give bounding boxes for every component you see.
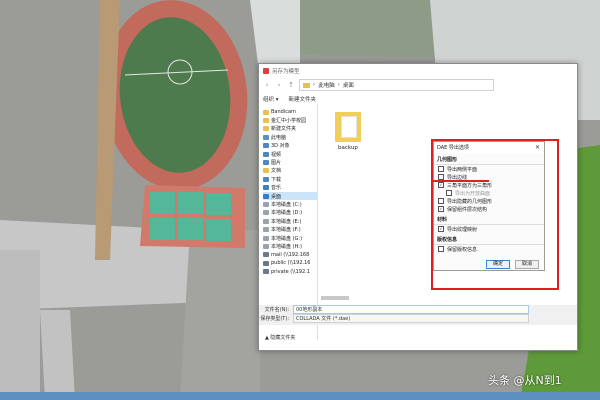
sidebar-item[interactable]: 视频: [263, 150, 317, 158]
checkbox[interactable]: [438, 246, 444, 252]
option-triangulate[interactable]: ✓ 三角平面方为三角形: [434, 181, 544, 189]
dae-export-options-dialog: DAE 导出选项 ✕ 几何图形 导出两侧平面 导出边线 ✓ 三角平面方为三角形 导…: [433, 141, 545, 271]
3d-objects-icon: [263, 143, 269, 149]
sidebar-item[interactable]: 本地磁盘 (C:): [263, 200, 317, 208]
drive-icon: [263, 243, 269, 249]
sidebar-item[interactable]: mail (\\192.168: [263, 251, 317, 259]
cancel-button[interactable]: 取消: [515, 260, 539, 269]
options-buttons: 确定 取消: [486, 260, 539, 269]
close-icon[interactable]: ✕: [535, 144, 540, 151]
sidebar-item-desktop[interactable]: 桌面: [263, 191, 317, 201]
file-name-label: backup: [338, 145, 358, 151]
sidebar-item[interactable]: 本地磁盘 (G:): [263, 234, 317, 242]
sidebar-item[interactable]: 音乐: [263, 184, 317, 192]
breadcrumb-sep-icon: ›: [337, 82, 340, 88]
file-item-backup[interactable]: backup: [331, 112, 365, 151]
picture-icon: [263, 160, 269, 166]
download-icon: [263, 176, 269, 182]
option-open-surfaces: 导出为开放曲面: [434, 189, 544, 197]
sidebar-item[interactable]: 本地磁盘 (F:): [263, 225, 317, 233]
drive-icon: [263, 227, 269, 233]
filetype-row: 保存类型(T): COLLADA 文件 (*.dae): [259, 314, 577, 323]
dialog-title: 另存为模型: [272, 69, 300, 75]
network-drive-icon: [263, 269, 269, 275]
forward-arrow-icon[interactable]: ›: [275, 81, 283, 89]
dialog-toolbar: 组织 ▾ 新建文件夹: [259, 94, 577, 104]
filetype-label: 保存类型(T):: [260, 316, 289, 322]
option-export-two-sided[interactable]: 导出两侧平面: [434, 165, 544, 173]
checkbox-checked[interactable]: ✓: [438, 206, 444, 212]
address-bar-row: ‹ › ↑ › 此电脑 › 桌面: [259, 78, 577, 92]
new-folder-button[interactable]: 新建文件夹: [289, 95, 317, 103]
network-drive-icon: [263, 252, 269, 258]
checkbox-disabled: [446, 190, 452, 196]
checkbox-checked[interactable]: ✓: [438, 182, 444, 188]
folder-icon: [263, 126, 269, 132]
filename-row: 文件名(N): 00地形副本: [259, 305, 577, 314]
option-preserve-copyright[interactable]: 保留版权信息: [434, 245, 544, 253]
folder-icon: [263, 109, 269, 115]
group-copyright-heading: 版权信息: [434, 236, 544, 245]
filename-input[interactable]: 00地形副本: [293, 305, 529, 314]
horizontal-scrollbar[interactable]: [321, 296, 349, 300]
group-geometry-heading: 几何图形: [434, 156, 544, 165]
sidebar-item[interactable]: 金汇中小学校园: [263, 116, 317, 124]
computer-icon: [263, 134, 269, 140]
sidebar-item[interactable]: 本地磁盘 (E:): [263, 217, 317, 225]
ok-button[interactable]: 确定: [486, 260, 510, 269]
breadcrumb-item[interactable]: 此电脑: [318, 81, 335, 89]
sidebar-item[interactable]: Bandicam: [263, 108, 317, 116]
organize-menu[interactable]: 组织 ▾: [263, 95, 279, 103]
drive-icon: [263, 210, 269, 216]
network-drive-icon: [263, 260, 269, 266]
drive-icon: [263, 201, 269, 207]
options-title: DAE 导出选项: [437, 145, 469, 151]
breadcrumb-sep-icon: ›: [313, 82, 316, 88]
red-underline: [433, 180, 489, 182]
option-preserve-hierarchy[interactable]: ✓ 保留组件层次结构: [434, 205, 544, 213]
options-titlebar: DAE 导出选项 ✕: [434, 142, 544, 153]
desktop-icon: [263, 193, 269, 199]
option-export-hidden[interactable]: 导出隐藏的几何图形: [434, 197, 544, 205]
checkbox[interactable]: [438, 198, 444, 204]
video-icon: [263, 151, 269, 157]
sidebar-item[interactable]: public (\\192.16: [263, 259, 317, 267]
folder-icon: [303, 82, 310, 88]
filename-label: 文件名(N):: [264, 307, 289, 313]
up-arrow-icon[interactable]: ↑: [287, 81, 295, 89]
music-icon: [263, 185, 269, 191]
address-bar[interactable]: › 此电脑 › 桌面: [299, 79, 494, 91]
sketchup-app-icon: [263, 68, 269, 74]
sidebar-item[interactable]: 本地磁盘 (H:): [263, 242, 317, 250]
filetype-select[interactable]: COLLADA 文件 (*.dae): [293, 314, 529, 323]
option-export-texture[interactable]: ✓ 导出纹理映射: [434, 225, 544, 233]
sidebar-item[interactable]: 本地磁盘 (D:): [263, 209, 317, 217]
sidebar-item[interactable]: 文档: [263, 167, 317, 175]
watermark: 头条 @从N到1: [488, 374, 562, 387]
sidebar-item[interactable]: private (\\192.1: [263, 267, 317, 275]
checkbox-checked[interactable]: ✓: [438, 226, 444, 232]
folder-icon: [335, 112, 361, 142]
checkbox[interactable]: [438, 166, 444, 172]
sidebar-item[interactable]: 3D 对象: [263, 142, 317, 150]
hide-folders-toggle[interactable]: ▲ 隐藏文件夹: [265, 334, 295, 341]
drive-icon: [263, 218, 269, 224]
dialog-titlebar: 另存为模型: [259, 64, 577, 78]
sidebar-item[interactable]: 下载: [263, 175, 317, 183]
back-arrow-icon[interactable]: ‹: [263, 81, 271, 89]
documents-icon: [263, 168, 269, 174]
folder-icon: [263, 118, 269, 124]
drive-icon: [263, 235, 269, 241]
breadcrumb-item[interactable]: 桌面: [343, 81, 354, 89]
sidebar-item[interactable]: 新建文件夹: [263, 125, 317, 133]
group-materials-heading: 材料: [434, 216, 544, 225]
sidebar-item[interactable]: 此电脑: [263, 133, 317, 141]
sidebar-item[interactable]: 图片: [263, 158, 317, 166]
save-fields: 文件名(N): 00地形副本 保存类型(T): COLLADA 文件 (*.da…: [259, 305, 577, 325]
